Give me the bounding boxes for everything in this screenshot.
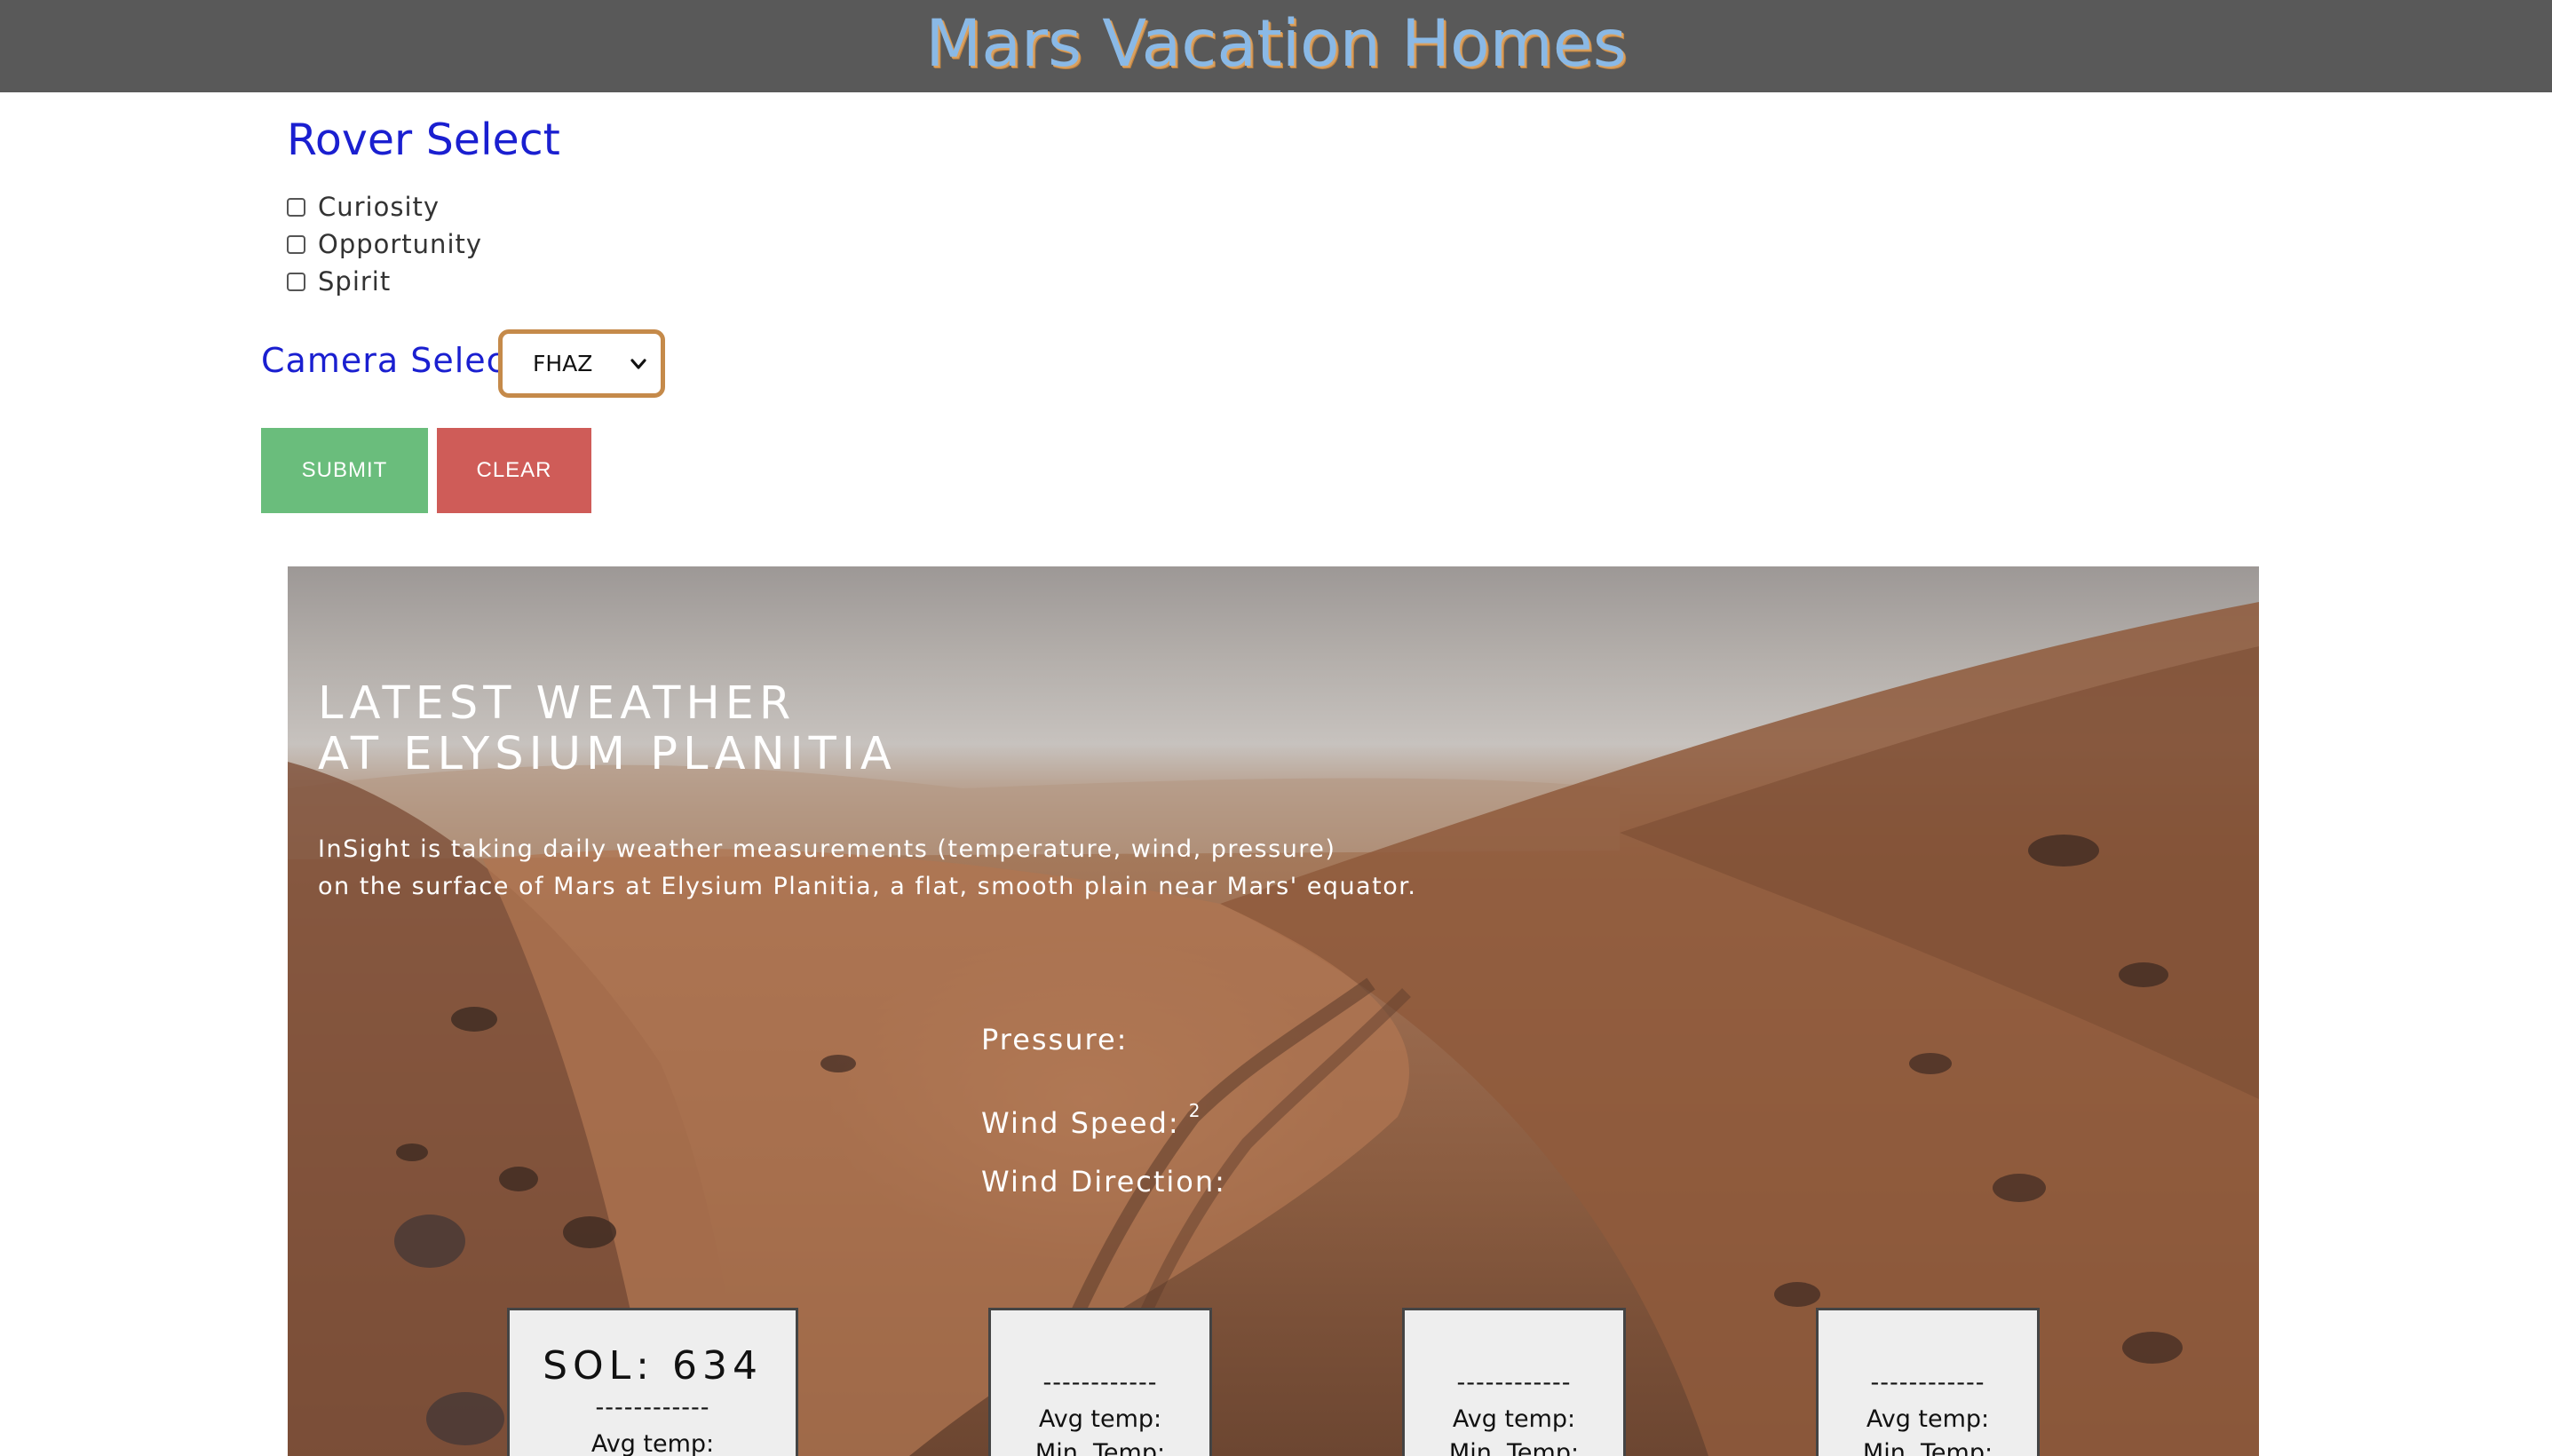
wind-speed-reading: Wind Speed: 2 bbox=[981, 1088, 1226, 1159]
rover-label: Spirit bbox=[318, 266, 392, 297]
rover-select-heading: Rover Select bbox=[287, 115, 560, 165]
avg-temp-label: Avg temp: bbox=[590, 1430, 715, 1456]
sol-divider: ------------ bbox=[1870, 1369, 1985, 1397]
weather-description-line: InSight is taking daily weather measurem… bbox=[318, 835, 1336, 863]
avg-temp-label: Avg temp: bbox=[1038, 1405, 1162, 1433]
sol-card: ------------ Avg temp: Min. Temp: bbox=[988, 1308, 1212, 1456]
opportunity-checkbox[interactable] bbox=[287, 234, 305, 254]
avg-temp-label: Avg temp: bbox=[1866, 1405, 1990, 1433]
camera-dropdown[interactable]: FHAZ bbox=[498, 329, 665, 398]
weather-title: LATEST WEATHER AT ELYSIUM PLANITIA bbox=[318, 678, 897, 779]
rover-label: Curiosity bbox=[318, 192, 440, 222]
weather-description-line: on the surface of Mars at Elysium Planit… bbox=[318, 873, 1417, 900]
rover-label: Opportunity bbox=[318, 229, 483, 259]
min-temp-label: Min. Temp: bbox=[1034, 1439, 1166, 1456]
camera-selected-value: FHAZ bbox=[533, 351, 593, 376]
sol-card: ------------ Avg temp: Min. Temp: bbox=[1402, 1308, 1626, 1456]
rover-option-spirit[interactable]: Spirit bbox=[287, 263, 482, 300]
camera-select-label: Camera Select bbox=[261, 341, 520, 380]
min-temp-label: Min. Temp: bbox=[1862, 1439, 1993, 1456]
rover-option-opportunity[interactable]: Opportunity bbox=[287, 226, 482, 263]
sol-card: SOL: 634 ------------ Avg temp: bbox=[507, 1308, 798, 1456]
clear-button[interactable]: CLEAR bbox=[437, 428, 591, 513]
sol-title: SOL: 634 bbox=[543, 1343, 763, 1389]
wind-direction-label: Wind Direction: bbox=[981, 1165, 1226, 1199]
wind-speed-superscript: 2 bbox=[1188, 1100, 1202, 1121]
sol-divider: ------------ bbox=[1042, 1369, 1158, 1397]
rover-checkbox-list: Curiosity Opportunity Spirit bbox=[287, 188, 482, 300]
min-temp-label: Min. Temp: bbox=[1448, 1439, 1580, 1456]
sol-card: ------------ Avg temp: Min. Temp: bbox=[1816, 1308, 2040, 1456]
wind-direction-reading: Wind Direction: bbox=[981, 1159, 1226, 1230]
site-title: Mars Vacation Homes bbox=[925, 6, 1627, 82]
weather-readings: Pressure: Wind Speed: 2 Wind Direction: bbox=[981, 1017, 1226, 1230]
curiosity-checkbox[interactable] bbox=[287, 197, 305, 217]
weather-title-line: LATEST WEATHER bbox=[318, 677, 797, 730]
page: Mars Vacation Homes Rover Select Curiosi… bbox=[0, 0, 2552, 1456]
site-header: Mars Vacation Homes bbox=[0, 0, 2552, 92]
weather-panel: LATEST WEATHER AT ELYSIUM PLANITIA InSig… bbox=[288, 566, 2259, 1456]
pressure-reading: Pressure: bbox=[981, 1017, 1226, 1088]
sol-divider: ------------ bbox=[1456, 1369, 1572, 1397]
weather-description: InSight is taking daily weather measurem… bbox=[318, 831, 1416, 906]
sol-divider: ------------ bbox=[595, 1394, 710, 1421]
pressure-label: Pressure: bbox=[981, 1023, 1129, 1056]
spirit-checkbox[interactable] bbox=[287, 272, 305, 291]
wind-speed-label: Wind Speed: bbox=[981, 1106, 1180, 1140]
rover-option-curiosity[interactable]: Curiosity bbox=[287, 188, 482, 226]
chevron-down-icon bbox=[630, 358, 646, 369]
weather-title-line: AT ELYSIUM PLANITIA bbox=[318, 728, 897, 780]
submit-button[interactable]: SUBMIT bbox=[261, 428, 428, 513]
avg-temp-label: Avg temp: bbox=[1452, 1405, 1576, 1433]
